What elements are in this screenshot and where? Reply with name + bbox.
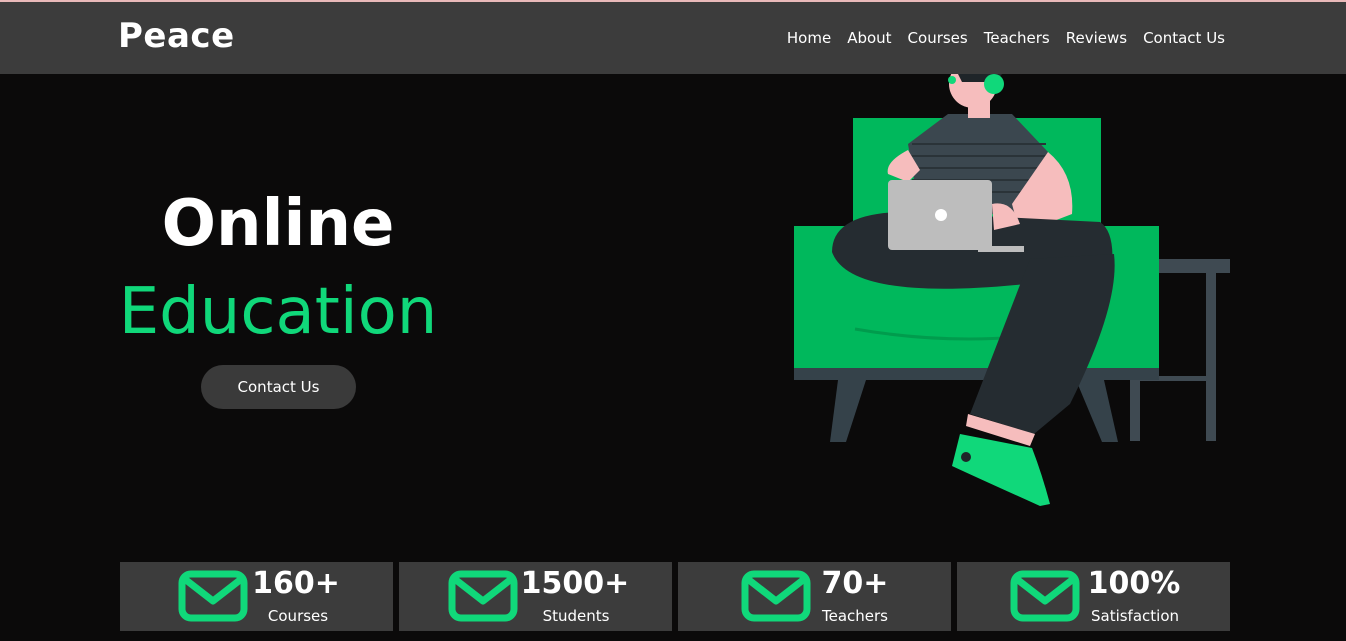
nav-link-reviews[interactable]: Reviews bbox=[1066, 29, 1127, 47]
nav-link-contact[interactable]: Contact Us bbox=[1143, 29, 1225, 47]
stat-value: 70+ bbox=[821, 566, 889, 601]
stat-card-teachers: 70+ Teachers bbox=[678, 562, 951, 631]
stat-card-students: 1500+ Students bbox=[399, 562, 672, 631]
contact-us-button[interactable]: Contact Us bbox=[201, 365, 356, 409]
student-laptop-illustration bbox=[794, 74, 1230, 506]
stat-value: 1500+ bbox=[520, 566, 630, 601]
nav-link-home[interactable]: Home bbox=[787, 29, 831, 47]
stat-value: 100% bbox=[1087, 566, 1181, 601]
stat-label: Courses bbox=[267, 607, 329, 625]
stat-card-satisfaction: 100% Satisfaction bbox=[957, 562, 1230, 631]
stat-label: Satisfaction bbox=[1090, 607, 1180, 625]
nav-link-courses[interactable]: Courses bbox=[908, 29, 968, 47]
hero-title: Online bbox=[161, 187, 395, 261]
stat-value: 160+ bbox=[252, 566, 340, 601]
main-nav: Home About Courses Teachers Reviews Cont… bbox=[787, 29, 1225, 47]
stat-label: Teachers bbox=[822, 607, 888, 625]
stat-card-courses: 160+ Courses bbox=[120, 562, 393, 631]
brand-logo[interactable]: Peace bbox=[118, 16, 235, 56]
nav-link-about[interactable]: About bbox=[847, 29, 891, 47]
mail-icon bbox=[448, 570, 518, 622]
navbar: Peace Home About Courses Teachers Review… bbox=[0, 2, 1346, 74]
mail-icon bbox=[1010, 570, 1080, 622]
stats-row: 160+ Courses 1500+ Students 70+ Teachers… bbox=[120, 562, 1230, 631]
stat-label: Students bbox=[542, 607, 610, 625]
nav-link-teachers[interactable]: Teachers bbox=[984, 29, 1050, 47]
hero-subtitle: Education bbox=[118, 275, 438, 349]
